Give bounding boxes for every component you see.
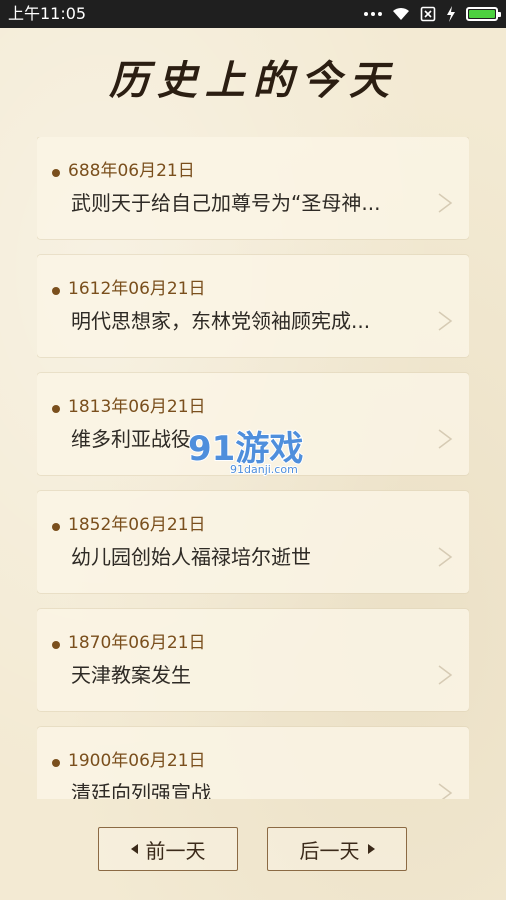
event-date: 688年06月21日 bbox=[68, 161, 195, 181]
chevron-right-icon bbox=[438, 547, 453, 567]
event-title: 武则天于给自己加尊号为“圣母神... bbox=[71, 191, 381, 215]
event-title: 明代思想家，东林党领袖顾宪成... bbox=[71, 309, 371, 333]
prev-day-label: 前一天 bbox=[145, 838, 206, 863]
event-title: 清廷向列强宣战 bbox=[71, 781, 211, 799]
chevron-right-icon bbox=[438, 429, 453, 449]
triangle-left-icon bbox=[130, 844, 138, 854]
event-list[interactable]: 688年06月21日 武则天于给自己加尊号为“圣母神... 1612年06月21… bbox=[37, 137, 469, 799]
event-title: 天津教案发生 bbox=[71, 663, 191, 687]
battery-icon bbox=[466, 7, 501, 21]
bullet-dot-icon bbox=[52, 759, 60, 767]
event-item-1612[interactable]: 1612年06月21日 明代思想家，东林党领袖顾宪成... bbox=[37, 255, 469, 357]
chevron-right-icon bbox=[438, 665, 453, 685]
event-item-1900[interactable]: 1900年06月21日 清廷向列强宣战 bbox=[37, 727, 469, 799]
chevron-right-icon bbox=[438, 783, 453, 799]
triangle-right-icon bbox=[367, 844, 375, 854]
status-time: 上午11:05 bbox=[8, 4, 87, 23]
chevron-right-icon bbox=[438, 193, 453, 213]
more-dots-icon bbox=[364, 12, 382, 16]
sim-blocked-icon bbox=[420, 6, 436, 22]
event-date: 1900年06月21日 bbox=[68, 751, 206, 771]
bullet-dot-icon bbox=[52, 641, 60, 649]
bullet-dot-icon bbox=[52, 169, 60, 177]
chevron-right-icon bbox=[438, 311, 453, 331]
next-day-button[interactable]: 后一天 bbox=[267, 827, 407, 871]
next-day-label: 后一天 bbox=[299, 838, 360, 863]
event-date: 1612年06月21日 bbox=[68, 279, 206, 299]
status-bar: 上午11:05 bbox=[0, 0, 506, 28]
page-title: 历史上的今天 bbox=[109, 57, 397, 104]
status-icons bbox=[364, 5, 501, 23]
event-date: 1813年06月21日 bbox=[68, 397, 206, 417]
event-title: 维多利亚战役 bbox=[71, 427, 191, 451]
event-date: 1852年06月21日 bbox=[68, 515, 206, 535]
bullet-dot-icon bbox=[52, 405, 60, 413]
bullet-dot-icon bbox=[52, 287, 60, 295]
event-item-688[interactable]: 688年06月21日 武则天于给自己加尊号为“圣母神... bbox=[37, 137, 469, 239]
event-item-1852[interactable]: 1852年06月21日 幼儿园创始人福禄培尔逝世 bbox=[37, 491, 469, 593]
event-item-1813[interactable]: 1813年06月21日 维多利亚战役 bbox=[37, 373, 469, 475]
battery-level bbox=[469, 10, 495, 18]
event-title: 幼儿园创始人福禄培尔逝世 bbox=[71, 545, 311, 569]
prev-day-button[interactable]: 前一天 bbox=[98, 827, 238, 871]
bullet-dot-icon bbox=[52, 523, 60, 531]
event-date: 1870年06月21日 bbox=[68, 633, 206, 653]
event-item-1870[interactable]: 1870年06月21日 天津教案发生 bbox=[37, 609, 469, 711]
wifi-icon bbox=[393, 7, 409, 20]
charging-bolt-icon bbox=[447, 6, 455, 22]
